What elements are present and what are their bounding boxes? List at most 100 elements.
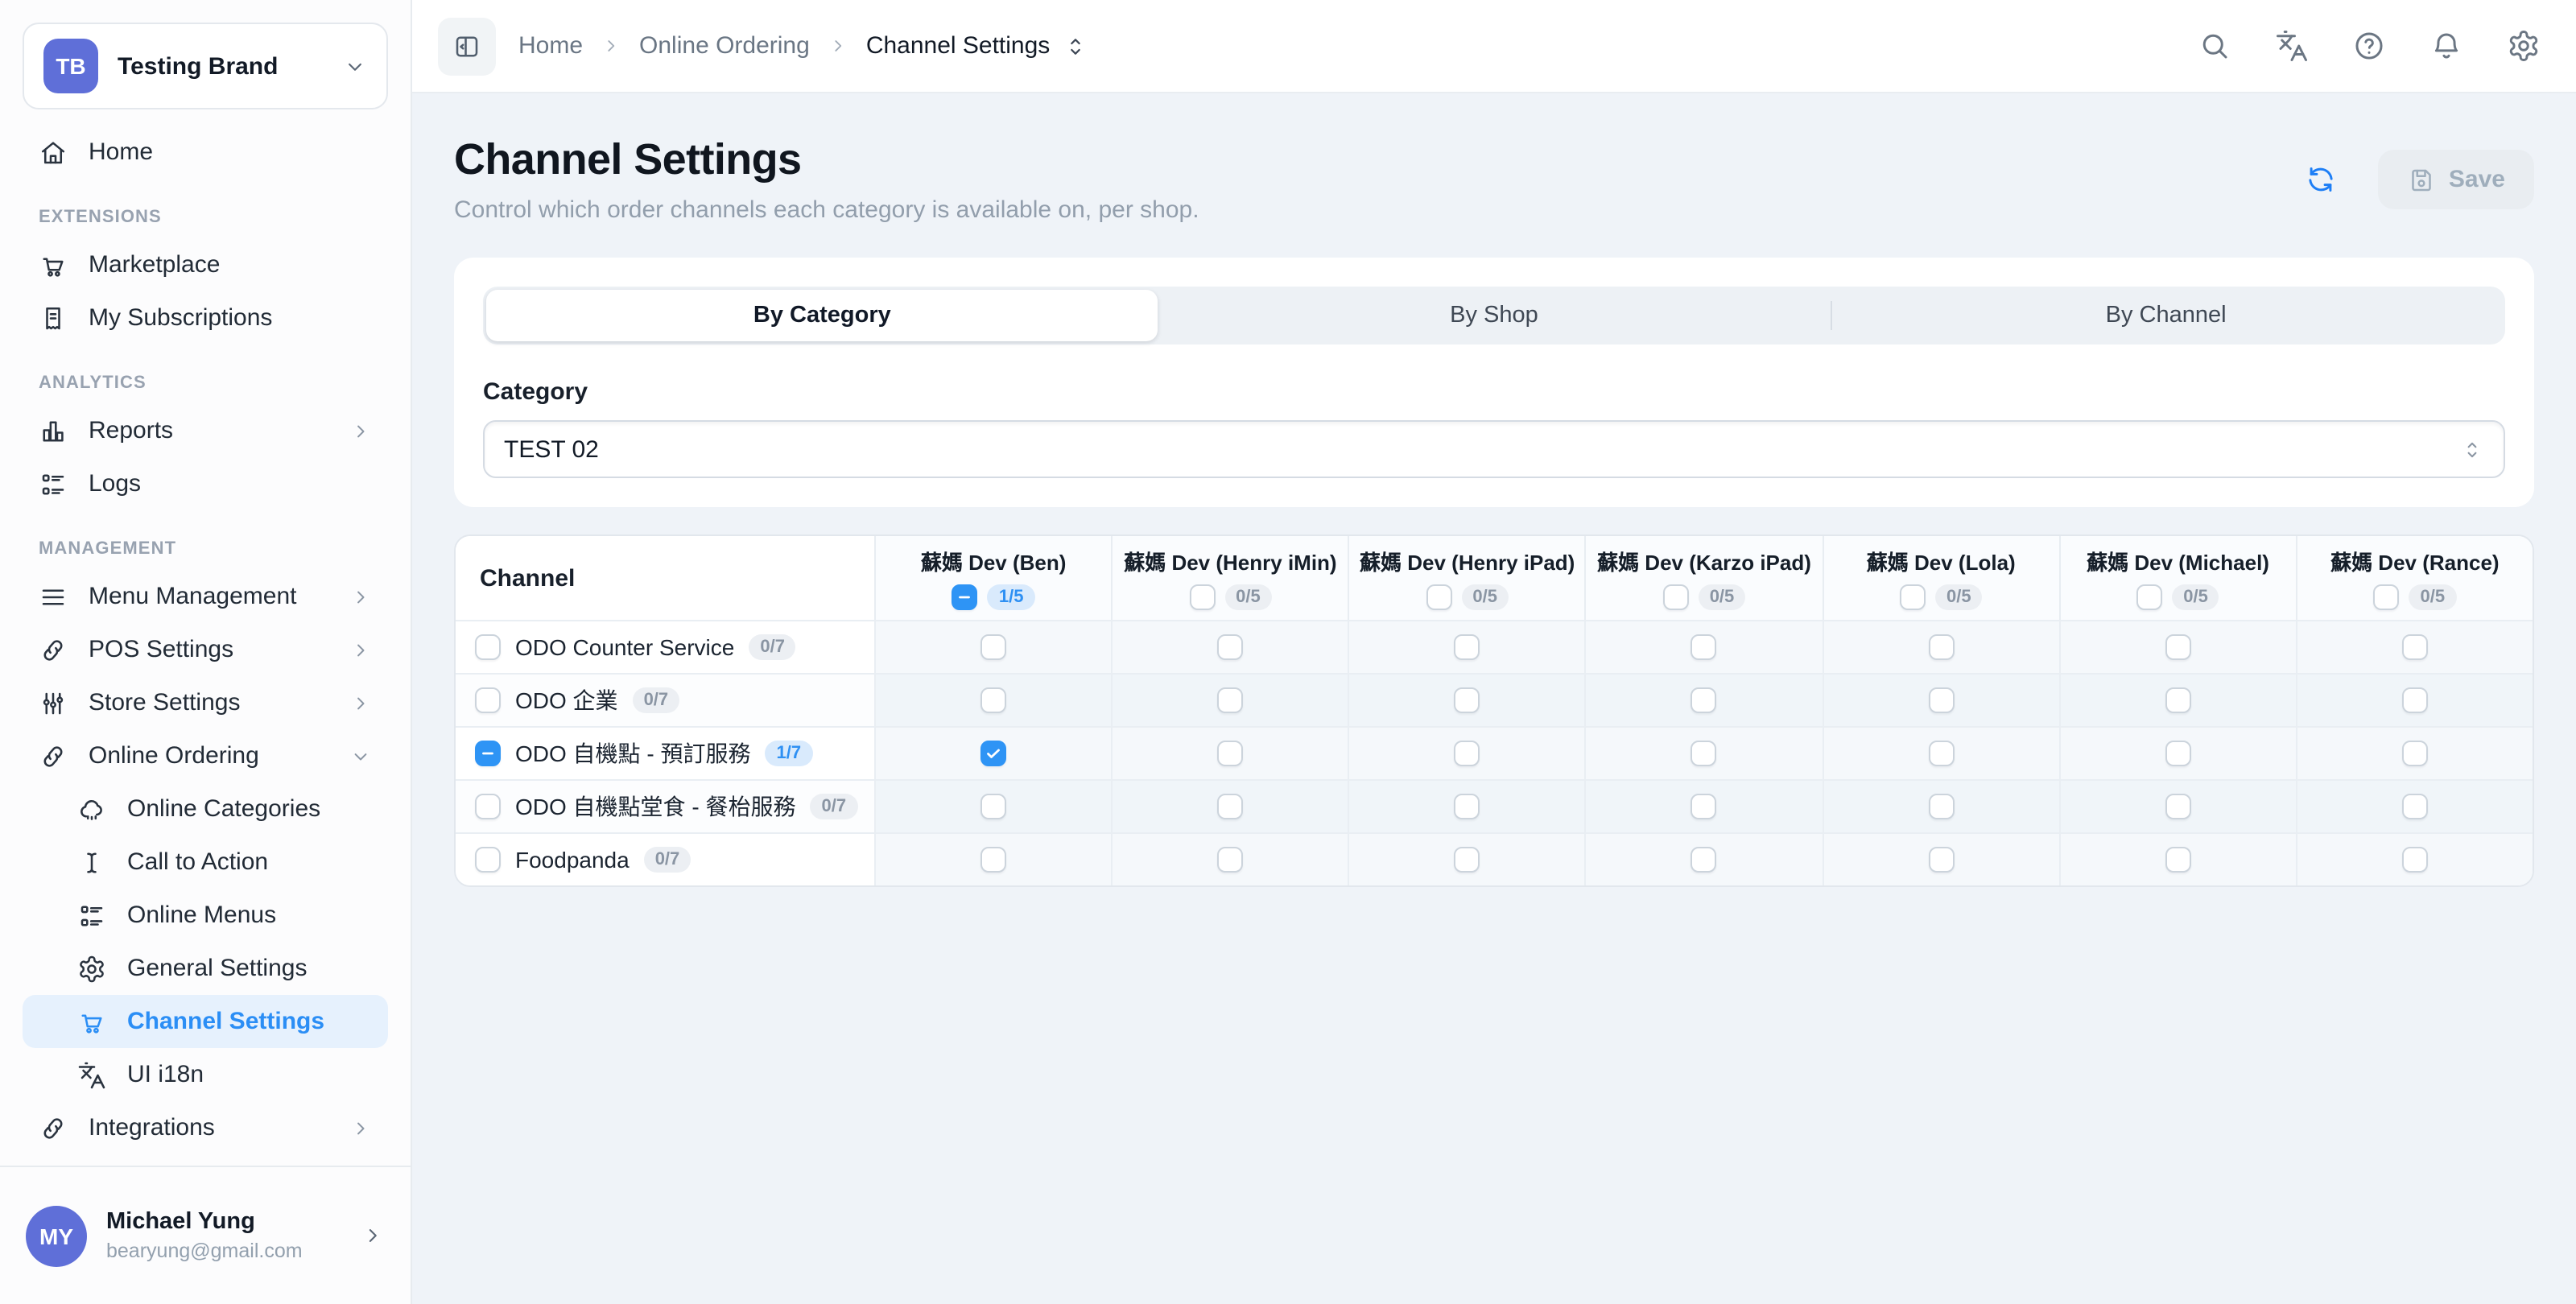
checkbox[interactable] bbox=[1691, 847, 1717, 873]
sidebar-item-channel-settings[interactable]: Channel Settings bbox=[23, 995, 388, 1048]
sidebar-item-menu-management[interactable]: Menu Management bbox=[23, 570, 388, 623]
checkbox[interactable] bbox=[2165, 634, 2191, 660]
brand-switcher[interactable]: TB Testing Brand bbox=[23, 23, 388, 109]
checkbox[interactable] bbox=[1455, 794, 1480, 819]
checkbox[interactable] bbox=[475, 741, 501, 766]
sidebar-item-call-to-action[interactable]: Call to Action bbox=[23, 836, 388, 889]
breadcrumb-switch-icon[interactable] bbox=[1063, 33, 1088, 59]
checkbox[interactable] bbox=[1928, 741, 1954, 766]
ui-i18n-icon bbox=[77, 1060, 106, 1089]
checkbox[interactable] bbox=[2165, 687, 2191, 713]
checkbox[interactable] bbox=[1928, 847, 1954, 873]
shop-cell bbox=[1111, 621, 1348, 673]
checkbox[interactable] bbox=[1189, 584, 1215, 610]
shop-cell bbox=[1111, 781, 1348, 832]
checkbox[interactable] bbox=[2402, 634, 2428, 660]
sidebar-item-home[interactable]: Home bbox=[23, 126, 388, 179]
gear-icon[interactable] bbox=[2507, 29, 2541, 63]
checkbox[interactable] bbox=[1217, 847, 1243, 873]
shop-column-header: 蘇媽 Dev (Henry iPad)0/5 bbox=[1348, 536, 1585, 620]
checkbox[interactable] bbox=[475, 847, 501, 873]
checkbox[interactable] bbox=[1455, 847, 1480, 873]
checkbox[interactable] bbox=[980, 634, 1006, 660]
checkbox[interactable] bbox=[2374, 584, 2400, 610]
shop-cell bbox=[1585, 621, 1822, 673]
sidebar-item-general-settings[interactable]: General Settings bbox=[23, 942, 388, 995]
checkbox[interactable] bbox=[1455, 741, 1480, 766]
breadcrumb-home[interactable]: Home bbox=[518, 32, 583, 60]
shop-column-header: 蘇媽 Dev (Henry iMin)0/5 bbox=[1111, 536, 1348, 620]
shop-column-header: 蘇媽 Dev (Rance)0/5 bbox=[2296, 536, 2533, 620]
checkbox[interactable] bbox=[980, 847, 1006, 873]
checkbox[interactable] bbox=[1928, 634, 1954, 660]
checkbox[interactable] bbox=[2402, 741, 2428, 766]
checkbox[interactable] bbox=[1217, 634, 1243, 660]
checkbox[interactable] bbox=[1691, 741, 1717, 766]
checkbox[interactable] bbox=[475, 687, 501, 713]
sidebar-item-online-ordering[interactable]: Online Ordering bbox=[23, 729, 388, 782]
checkbox[interactable] bbox=[980, 687, 1006, 713]
sidebar-item-online-menus[interactable]: Online Menus bbox=[23, 889, 388, 942]
search-icon[interactable] bbox=[2198, 29, 2231, 63]
sidebar-item-ui-i18n[interactable]: UI i18n bbox=[23, 1048, 388, 1101]
checkbox[interactable] bbox=[2165, 794, 2191, 819]
checkbox[interactable] bbox=[1217, 794, 1243, 819]
category-select[interactable]: TEST 02 bbox=[483, 420, 2505, 478]
checkbox[interactable] bbox=[475, 794, 501, 819]
sidebar-item-my-subscriptions[interactable]: My Subscriptions bbox=[23, 291, 388, 345]
checkbox[interactable] bbox=[980, 794, 1006, 819]
checkbox[interactable] bbox=[1691, 634, 1717, 660]
refresh-icon[interactable] bbox=[2304, 163, 2338, 196]
tab-by-category[interactable]: By Category bbox=[486, 290, 1158, 341]
checkbox[interactable] bbox=[2165, 741, 2191, 766]
checkbox[interactable] bbox=[1217, 741, 1243, 766]
sidebar-item-pos-settings[interactable]: POS Settings bbox=[23, 623, 388, 676]
shop-header-controls: 1/5 bbox=[952, 584, 1035, 610]
checkbox[interactable] bbox=[2402, 794, 2428, 819]
sidebar-item-store-settings[interactable]: Store Settings bbox=[23, 676, 388, 729]
checkbox[interactable] bbox=[1217, 687, 1243, 713]
avatar: MY bbox=[26, 1205, 87, 1266]
checkbox[interactable] bbox=[1928, 687, 1954, 713]
breadcrumb-online-ordering[interactable]: Online Ordering bbox=[639, 32, 810, 60]
checkbox[interactable] bbox=[2165, 847, 2191, 873]
sidebar-item-label: Call to Action bbox=[127, 848, 268, 876]
filter-card: By Category By Shop By Channel Category … bbox=[454, 258, 2534, 507]
shop-header-controls: 0/5 bbox=[2374, 584, 2457, 610]
checkbox[interactable] bbox=[1455, 687, 1480, 713]
checkbox[interactable] bbox=[980, 741, 1006, 766]
help-icon[interactable] bbox=[2352, 29, 2386, 63]
count-badge: 0/7 bbox=[644, 847, 691, 873]
checkbox[interactable] bbox=[2402, 687, 2428, 713]
checkbox[interactable] bbox=[1900, 584, 1926, 610]
sidebar-item-label: Online Categories bbox=[127, 795, 320, 823]
checkbox[interactable] bbox=[1455, 634, 1480, 660]
checkbox[interactable] bbox=[952, 584, 978, 610]
sidebar-item-integrations[interactable]: Integrations bbox=[23, 1101, 388, 1154]
table-row: ODO 自機點堂食 - 餐枱服務0/7 bbox=[456, 779, 2533, 832]
checkbox[interactable] bbox=[2136, 584, 2162, 610]
save-icon bbox=[2407, 165, 2436, 194]
checkbox[interactable] bbox=[2402, 847, 2428, 873]
sidebar-toggle-button[interactable] bbox=[438, 17, 496, 75]
checkbox[interactable] bbox=[1691, 794, 1717, 819]
sidebar-item-marketplace[interactable]: Marketplace bbox=[23, 238, 388, 291]
sidebar-item-online-categories[interactable]: Online Categories bbox=[23, 782, 388, 836]
checkbox[interactable] bbox=[1663, 584, 1689, 610]
count-badge: 0/5 bbox=[1699, 584, 1746, 610]
user-menu[interactable]: MY Michael Yung bearyung@gmail.com bbox=[0, 1166, 411, 1304]
save-button[interactable]: Save bbox=[2378, 150, 2534, 209]
logs-icon bbox=[39, 469, 68, 498]
checkbox[interactable] bbox=[475, 634, 501, 660]
checkbox[interactable] bbox=[1426, 584, 1451, 610]
tab-by-shop[interactable]: By Shop bbox=[1158, 290, 1831, 341]
view-tabs: By Category By Shop By Channel bbox=[483, 287, 2505, 345]
sidebar-item-logs[interactable]: Logs bbox=[23, 457, 388, 510]
chevron-right-icon bbox=[349, 1116, 372, 1139]
bell-icon[interactable] bbox=[2429, 29, 2463, 63]
checkbox[interactable] bbox=[1691, 687, 1717, 713]
translate-icon[interactable] bbox=[2275, 29, 2309, 63]
sidebar-item-reports[interactable]: Reports bbox=[23, 404, 388, 457]
checkbox[interactable] bbox=[1928, 794, 1954, 819]
tab-by-channel[interactable]: By Channel bbox=[1830, 290, 2502, 341]
